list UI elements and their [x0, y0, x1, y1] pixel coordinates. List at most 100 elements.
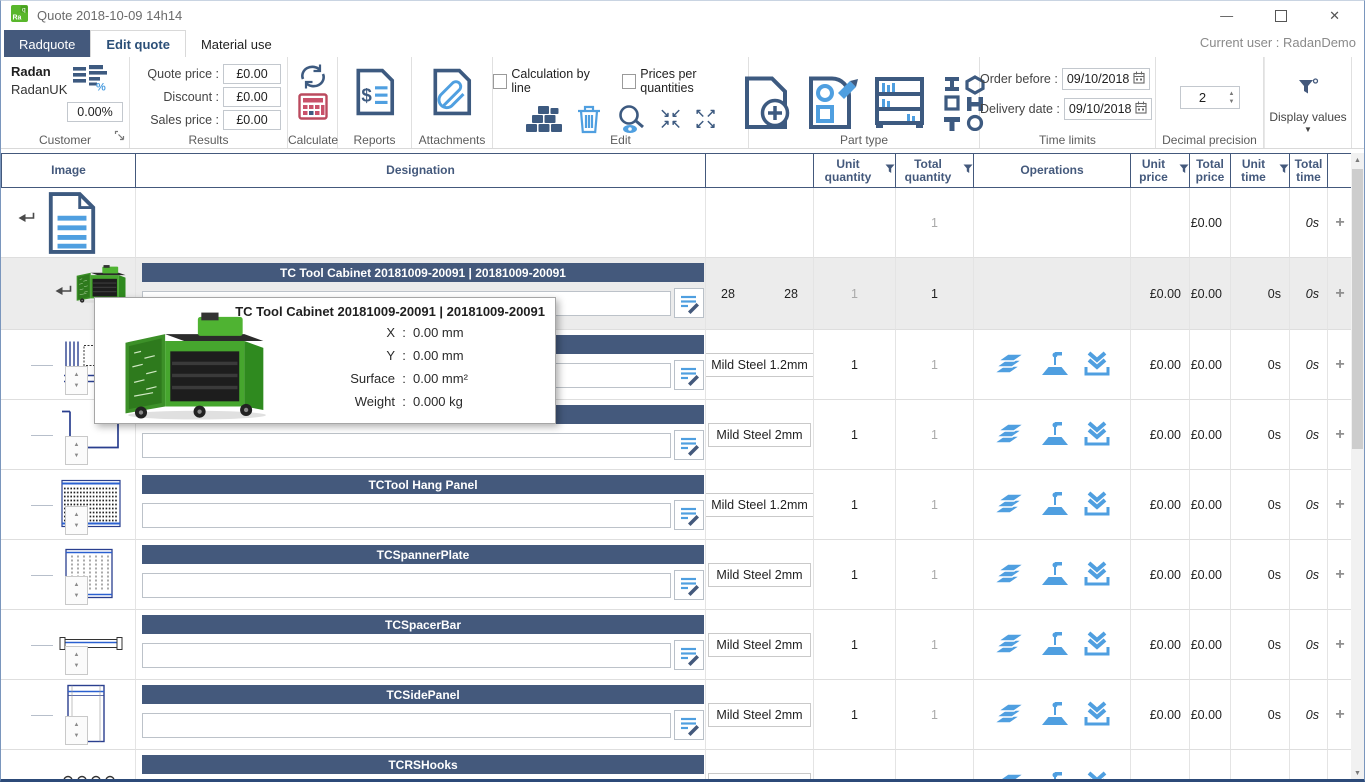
checkbox-icon[interactable] [622, 74, 636, 89]
row-order-spinner[interactable]: ▲▼ [65, 646, 88, 675]
notes-button[interactable] [674, 710, 704, 740]
add-operation-cell[interactable]: + [1328, 540, 1353, 610]
filter-icon[interactable] [1279, 164, 1289, 177]
col-header-designation[interactable]: Designation [136, 154, 706, 187]
designation-header[interactable]: TC Tool Cabinet 20181009-20091 | 2018100… [142, 263, 704, 282]
row-order-spinner[interactable]: ▲▼ [65, 436, 88, 465]
row-order-spinner[interactable]: ▲▼ [65, 576, 88, 605]
designation-input[interactable] [142, 503, 671, 528]
unit-quantity-cell[interactable]: 1 [814, 470, 896, 540]
recalculate-icon[interactable] [298, 62, 328, 91]
col-header-unit-quantity[interactable]: Unit quantity [814, 154, 896, 187]
add-operation-icon[interactable]: + [1335, 776, 1344, 781]
col-header-total-time[interactable]: Total time [1290, 154, 1328, 187]
spinner-down-icon[interactable]: ▼ [74, 453, 80, 459]
sheet-operation-icon[interactable] [993, 420, 1027, 449]
add-operation-cell[interactable]: + [1328, 258, 1353, 330]
spinner-down-icon[interactable]: ▼ [74, 523, 80, 529]
unit-quantity-cell[interactable]: 1 [814, 540, 896, 610]
filter-icon[interactable] [963, 164, 973, 177]
customer-dialog-launcher-icon[interactable] [114, 128, 125, 146]
discount-field[interactable]: £0.00 [223, 87, 281, 107]
customer-discount-field[interactable]: 0.00% [67, 102, 123, 122]
scroll-down-icon[interactable]: ▼ [1351, 766, 1364, 780]
unit-quantity-cell[interactable]: 1 [814, 680, 896, 750]
add-operation-icon[interactable]: + [1335, 356, 1344, 374]
stepper-up-icon[interactable]: ▲ [1229, 91, 1235, 97]
tab-radquote[interactable]: Radquote [4, 30, 90, 57]
add-operation-cell[interactable]: + [1328, 330, 1353, 400]
filter-icon[interactable] [885, 164, 895, 177]
calculation-by-line-checkbox[interactable]: Calculation by line [493, 67, 608, 95]
unload-operation-icon[interactable] [1083, 770, 1111, 781]
tab-edit-quote[interactable]: Edit quote [90, 30, 186, 57]
prices-per-quantities-checkbox[interactable]: Prices per quantities [622, 67, 748, 95]
material-chip[interactable]: Mild Steel 2mm [708, 563, 810, 587]
unit-quantity-cell[interactable] [814, 188, 896, 258]
unload-operation-icon[interactable] [1083, 350, 1111, 380]
unload-operation-icon[interactable] [1083, 490, 1111, 520]
build-assembly-icon[interactable] [525, 105, 563, 133]
material-chip[interactable]: Mild Steel 2mm [708, 423, 810, 447]
add-operation-icon[interactable]: + [1335, 496, 1344, 514]
table-row[interactable]: ▲▼TCTool Hang Panel Mild Steel 1.2mm11 £… [1, 470, 1364, 540]
calendar-icon[interactable] [1135, 101, 1147, 117]
bend-operation-icon[interactable] [1040, 700, 1070, 730]
reports-icon[interactable]: $ [354, 68, 396, 116]
add-operation-cell[interactable]: + [1328, 470, 1353, 540]
add-operation-icon[interactable]: + [1335, 566, 1344, 584]
row-order-spinner[interactable]: ▲▼ [65, 366, 88, 395]
sales-price-field[interactable]: £0.00 [223, 110, 281, 130]
spinner-up-icon[interactable]: ▲ [74, 512, 80, 518]
vertical-scrollbar[interactable]: ▲ ▼ [1351, 153, 1364, 780]
notes-button[interactable] [674, 640, 704, 670]
spinner-up-icon[interactable]: ▲ [74, 582, 80, 588]
spinner-up-icon[interactable]: ▲ [74, 722, 80, 728]
sheet-operation-icon[interactable] [993, 350, 1027, 379]
checkbox-icon[interactable] [493, 74, 507, 89]
unload-operation-icon[interactable] [1083, 630, 1111, 660]
edit-part-icon[interactable] [805, 76, 859, 130]
designation-input[interactable] [142, 433, 671, 458]
attachments-icon[interactable] [431, 68, 473, 116]
add-operation-icon[interactable]: + [1335, 636, 1344, 654]
notes-button[interactable] [674, 288, 704, 318]
table-row[interactable]: ▲▼TCSidePanel Mild Steel 2mm11 £0.00£0.0… [1, 680, 1364, 750]
unit-quantity-cell[interactable]: 1 [814, 330, 896, 400]
preview-search-icon[interactable] [615, 104, 647, 134]
col-header-total-quantity[interactable]: Total quantity [896, 154, 974, 187]
designation-input[interactable] [142, 573, 671, 598]
bend-operation-icon[interactable] [1040, 770, 1070, 781]
sheet-operation-icon[interactable] [993, 770, 1027, 780]
bend-operation-icon[interactable] [1040, 490, 1070, 520]
scrollbar-thumb[interactable] [1352, 169, 1363, 449]
col-header-total-price[interactable]: Total price [1190, 154, 1231, 187]
ribbon-group-display-values[interactable]: Display values ▼ [1264, 57, 1352, 148]
bend-operation-icon[interactable] [1040, 560, 1070, 590]
table-row[interactable]: ▲▼TCSpannerPlate Mild Steel 2mm11 £0.00£… [1, 540, 1364, 610]
row-order-spinner[interactable]: ▲▼ [65, 716, 88, 745]
order-before-field[interactable]: 09/10/2018 [1062, 68, 1151, 90]
assembly-shelf-icon[interactable] [874, 76, 926, 130]
designation-header[interactable]: TCTool Hang Panel [142, 475, 704, 494]
maximize-button[interactable] [1275, 10, 1287, 22]
designation-header[interactable]: TCRSHooks [142, 755, 704, 774]
add-operation-cell[interactable]: + [1328, 750, 1353, 780]
material-chip[interactable]: Mild Steel 2mm [708, 633, 810, 657]
new-part-icon[interactable] [742, 76, 790, 130]
col-header-material[interactable] [706, 154, 814, 187]
calendar-icon[interactable] [1133, 71, 1145, 87]
bend-operation-icon[interactable] [1040, 630, 1070, 660]
unit-quantity-cell[interactable]: 1 [814, 400, 896, 470]
add-operation-icon[interactable]: + [1335, 285, 1344, 303]
material-chip[interactable]: Mild Steel 1.2mm [706, 353, 814, 377]
discount-rate-icon[interactable]: % [73, 64, 109, 96]
col-header-operations[interactable]: Operations [974, 154, 1131, 187]
sheet-operation-icon[interactable] [993, 490, 1027, 519]
row-order-spinner[interactable]: ▲▼ [65, 506, 88, 535]
designation-input[interactable] [142, 643, 671, 668]
minimize-button[interactable]: — [1220, 9, 1233, 22]
add-operation-cell[interactable]: + [1328, 400, 1353, 470]
spinner-down-icon[interactable]: ▼ [74, 663, 80, 669]
collapse-row-icon[interactable] [54, 285, 72, 301]
